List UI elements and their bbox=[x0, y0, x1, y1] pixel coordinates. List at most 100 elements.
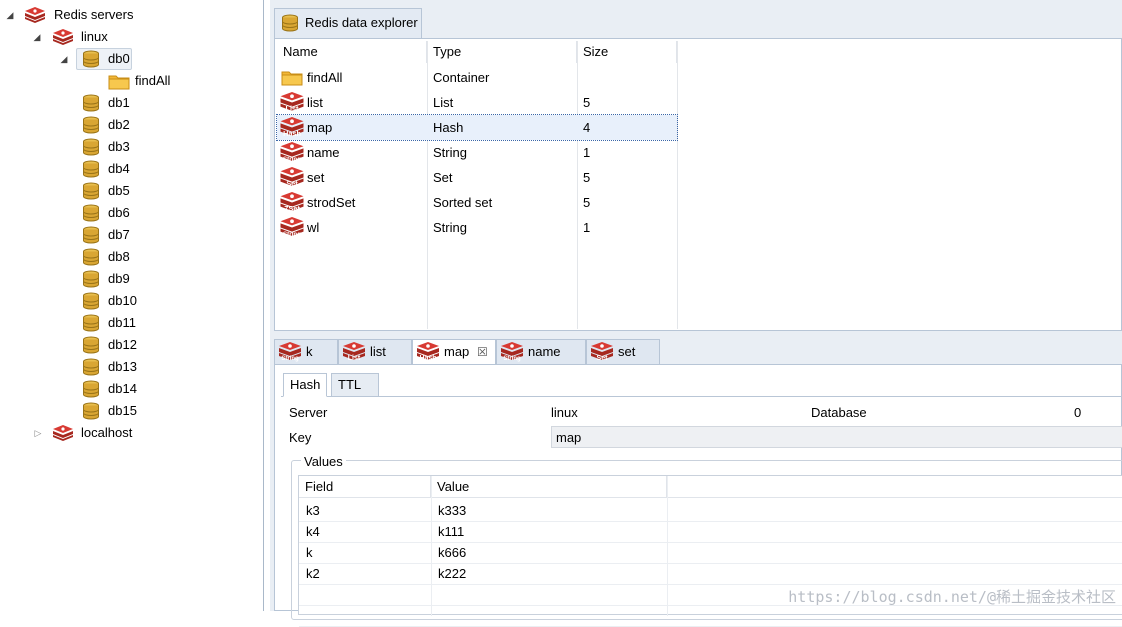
column-header-name[interactable]: Name bbox=[277, 41, 427, 63]
value-field-cell: k3 bbox=[306, 503, 320, 518]
tree-node-db0[interactable]: ◢ db0 bbox=[0, 48, 260, 70]
svg-text:List: List bbox=[286, 104, 300, 113]
collapse-arrow-icon[interactable]: ◢ bbox=[32, 26, 42, 48]
key-name-cell: name bbox=[307, 145, 340, 160]
key-tabs-bar: String k List list Hash map ☒ String name Set set bbox=[274, 339, 1122, 365]
tree-node-db[interactable]: db1 bbox=[0, 92, 260, 114]
tree-node-db[interactable]: db15 bbox=[0, 400, 260, 422]
key-size-cell: 5 bbox=[583, 195, 591, 210]
tab-label: Redis data explorer bbox=[305, 15, 418, 30]
key-row[interactable]: Hash map Hash 4 bbox=[276, 114, 678, 141]
tree-node-db[interactable]: db4 bbox=[0, 158, 260, 180]
tree-node-db[interactable]: db8 bbox=[0, 246, 260, 268]
tree-node-db[interactable]: db7 bbox=[0, 224, 260, 246]
value-field-cell: k2 bbox=[306, 566, 320, 581]
database-icon bbox=[83, 160, 99, 178]
database-icon bbox=[83, 182, 99, 200]
database-icon bbox=[282, 14, 298, 32]
key-size-cell: 1 bbox=[583, 145, 591, 160]
tree-db-label: db9 bbox=[108, 271, 130, 286]
key-row[interactable]: Set set Set 5 bbox=[277, 165, 677, 190]
key-name-cell: map bbox=[307, 120, 333, 135]
redis-hash-icon: Hash bbox=[280, 117, 304, 138]
key-size-cell: 5 bbox=[583, 170, 591, 185]
tab-key-k[interactable]: String k bbox=[274, 339, 338, 365]
tree-node-db[interactable]: db14 bbox=[0, 378, 260, 400]
close-icon[interactable]: ☒ bbox=[477, 340, 488, 364]
tree-node-db[interactable]: db13 bbox=[0, 356, 260, 378]
value-value-cell: k111 bbox=[438, 524, 465, 539]
redis-icon bbox=[53, 29, 73, 45]
collapse-arrow-icon[interactable]: ◢ bbox=[5, 4, 15, 26]
tree-node-db[interactable]: db3 bbox=[0, 136, 260, 158]
database-value: 0 bbox=[1074, 405, 1082, 420]
tree-node-folder-findall[interactable]: findAll bbox=[0, 70, 260, 92]
tree-node-server-localhost[interactable]: ▷ localhost bbox=[0, 422, 260, 444]
database-icon bbox=[83, 94, 99, 112]
tree-db-label: db11 bbox=[108, 315, 136, 330]
folder-icon bbox=[108, 75, 130, 90]
key-type-cell: Hash bbox=[433, 120, 464, 135]
key-row[interactable]: String name String 1 bbox=[277, 140, 677, 165]
column-header-size[interactable]: Size bbox=[577, 41, 677, 63]
svg-text:ZSet: ZSet bbox=[284, 204, 300, 213]
grid-header: Name Type Size bbox=[277, 41, 1121, 63]
svg-text:String: String bbox=[283, 231, 301, 238]
redis-string-icon: String bbox=[280, 217, 304, 238]
value-row[interactable]: k k666 bbox=[299, 542, 1122, 564]
tree-server-label: localhost bbox=[81, 425, 133, 440]
redis-hash-icon: Hash bbox=[417, 342, 439, 362]
column-header-field[interactable]: Field bbox=[299, 476, 431, 498]
server-tree[interactable]: ◢ Redis servers ◢ linux ◢ db0 findAll db… bbox=[0, 0, 264, 611]
tab-key-set[interactable]: Set set bbox=[586, 339, 660, 365]
key-type-cell: String bbox=[433, 145, 467, 160]
tree-node-db[interactable]: db2 bbox=[0, 114, 260, 136]
svg-text:Set: Set bbox=[597, 355, 609, 362]
database-icon bbox=[83, 204, 99, 222]
tree-db-label: db4 bbox=[108, 161, 130, 176]
key-size-cell: 5 bbox=[583, 95, 591, 110]
key-row[interactable]: ZSet strodSet Sorted set 5 bbox=[277, 190, 677, 215]
key-row[interactable]: List list List 5 bbox=[277, 90, 677, 115]
key-row[interactable]: String wl String 1 bbox=[277, 215, 677, 240]
value-row[interactable]: k4 k111 bbox=[299, 521, 1122, 543]
tab-ttl[interactable]: TTL bbox=[331, 373, 379, 397]
folder-icon bbox=[281, 71, 303, 86]
key-name-field[interactable]: map bbox=[551, 426, 1122, 448]
tree-node-db[interactable]: db5 bbox=[0, 180, 260, 202]
tree-node-db[interactable]: db10 bbox=[0, 290, 260, 312]
redis-icon bbox=[53, 425, 73, 441]
tree-node-db[interactable]: db11 bbox=[0, 312, 260, 334]
value-row[interactable]: k3 k333 bbox=[299, 500, 1122, 522]
tab-hash[interactable]: Hash bbox=[283, 373, 328, 397]
tree-db-label: db6 bbox=[108, 205, 130, 220]
value-row[interactable]: k2 k222 bbox=[299, 563, 1122, 585]
tab-label: name bbox=[528, 344, 561, 359]
database-icon bbox=[83, 270, 99, 288]
database-icon bbox=[83, 336, 99, 354]
column-header-type[interactable]: Type bbox=[427, 41, 577, 63]
tree-node-db[interactable]: db12 bbox=[0, 334, 260, 356]
expand-arrow-icon[interactable]: ▷ bbox=[33, 422, 43, 444]
key-type-cell: Set bbox=[433, 170, 453, 185]
key-name-cell: set bbox=[307, 170, 325, 185]
database-icon bbox=[83, 358, 99, 376]
tree-node-db[interactable]: db6 bbox=[0, 202, 260, 224]
tab-key-name[interactable]: String name bbox=[496, 339, 586, 365]
tree-server-label: linux bbox=[81, 29, 108, 44]
tree-node-db[interactable]: db9 bbox=[0, 268, 260, 290]
tab-key-map[interactable]: Hash map ☒ bbox=[412, 339, 496, 365]
tree-db-label: db8 bbox=[108, 249, 130, 264]
tree-node-server-linux[interactable]: ◢ linux bbox=[0, 26, 260, 48]
database-icon bbox=[83, 292, 99, 310]
column-header-value[interactable]: Value bbox=[431, 476, 667, 498]
redis-zset-icon: ZSet bbox=[280, 192, 304, 213]
key-name-cell: findAll bbox=[307, 70, 343, 85]
key-explorer-grid[interactable]: Name Type Size findAll Container List list L… bbox=[274, 38, 1122, 331]
database-icon bbox=[83, 314, 99, 332]
tab-redis-data-explorer[interactable]: Redis data explorer bbox=[274, 8, 422, 38]
tree-node-root[interactable]: ◢ Redis servers bbox=[0, 4, 260, 26]
tab-key-list[interactable]: List list bbox=[338, 339, 412, 365]
key-row[interactable]: findAll Container bbox=[277, 65, 677, 90]
collapse-arrow-icon[interactable]: ◢ bbox=[59, 48, 69, 70]
